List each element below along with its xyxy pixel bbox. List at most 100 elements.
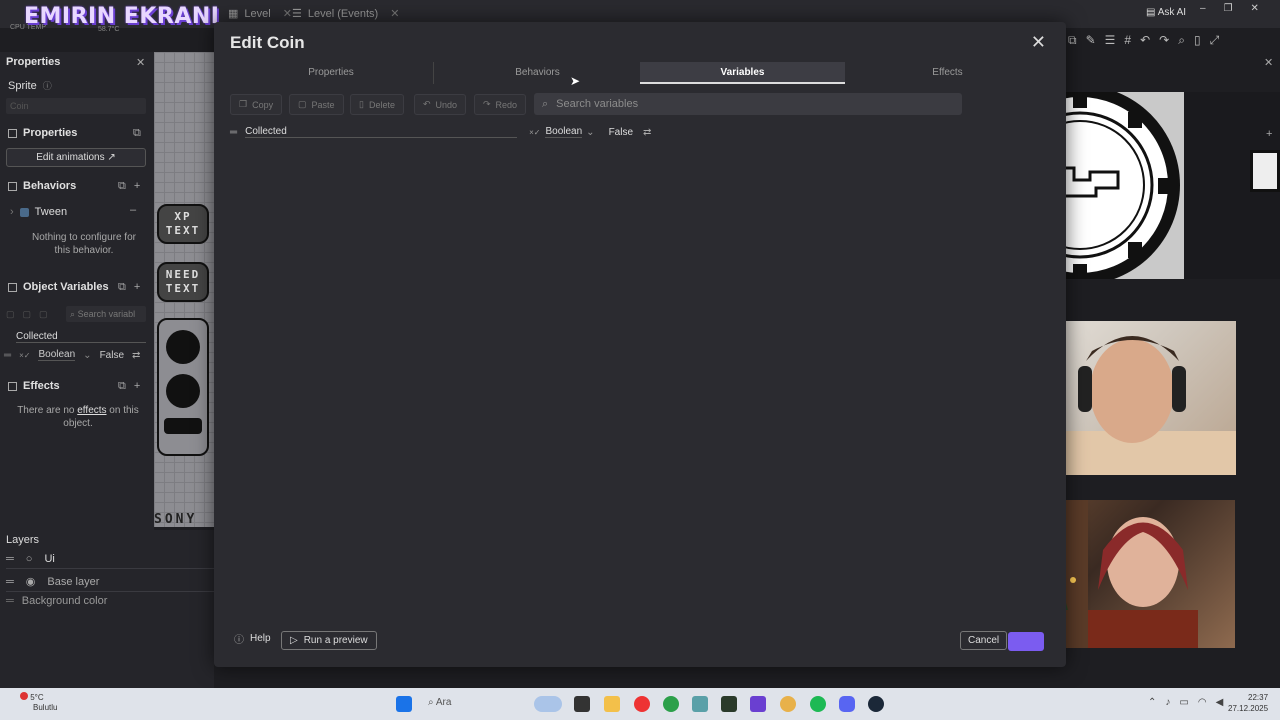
edit-animations-button[interactable]: Edit animations ↗ [6, 148, 146, 167]
mic-icon[interactable]: ♪ [1165, 697, 1179, 708]
scene-canvas[interactable]: XP TEXT NEED TEXT SONY [154, 52, 214, 527]
effects-note: There are no effects on this object. [16, 404, 140, 430]
tab-properties[interactable]: Properties [229, 62, 434, 84]
apply-button[interactable] [1008, 632, 1044, 651]
variable-name-field[interactable]: Collected [245, 126, 518, 138]
delete-icon[interactable]: ▢ [39, 309, 56, 319]
taskbar-search[interactable]: ⌕ Ara [428, 697, 451, 708]
open-external-icon[interactable]: ⧉ [118, 380, 134, 392]
windows-start-icon[interactable] [396, 696, 412, 712]
properties-section[interactable]: Properties [8, 127, 77, 139]
opera-icon[interactable] [634, 696, 650, 712]
drag-handle-icon[interactable]: ═ [6, 553, 14, 565]
help-button[interactable]: ⓘ Help [234, 631, 271, 646]
restore-icon[interactable]: ❐ [1224, 3, 1251, 14]
drag-handle-icon[interactable]: ═ [4, 350, 11, 361]
steam-icon[interactable] [868, 696, 884, 712]
toggle-icon[interactable]: ⇄ [132, 350, 140, 361]
clock[interactable]: 22:37 27.12.2025 [1228, 692, 1268, 714]
tab-behaviors[interactable]: Behaviors [435, 62, 640, 84]
variable-name[interactable]: Collected [16, 331, 146, 343]
redo-icon[interactable]: ↷ [1159, 33, 1169, 47]
effects-link[interactable]: effects [77, 405, 106, 416]
object-variables-section[interactable]: Object Variables [8, 281, 109, 293]
display-icon[interactable]: ▭ [1179, 697, 1197, 708]
close-icon[interactable]: ✕ [390, 7, 399, 20]
sprite-xp-text[interactable]: XP TEXT [157, 204, 209, 244]
app-icon[interactable] [692, 696, 708, 712]
run-preview-button[interactable]: ▷ Run a preview [281, 631, 377, 650]
paste-button[interactable]: ▢ Paste [289, 94, 344, 115]
chrome-icon[interactable] [780, 696, 796, 712]
close-icon[interactable]: ✕ [1031, 32, 1046, 53]
open-external-icon[interactable]: ⧉ [118, 281, 134, 293]
tab-variables[interactable]: Variables [640, 62, 845, 84]
variable-type[interactable]: Boolean [38, 349, 76, 361]
cancel-button[interactable]: Cancel [960, 631, 1008, 650]
behavior-item[interactable]: › Tween [10, 206, 67, 218]
effects-section[interactable]: Effects [8, 380, 60, 392]
file-explorer-icon[interactable] [574, 696, 590, 712]
gdevelop-icon[interactable] [750, 696, 766, 712]
background-color-row[interactable]: ═ Background color [6, 595, 107, 607]
variables-search[interactable]: ⌕ Search variabl [66, 306, 146, 322]
chevron-down-icon[interactable]: ⌄ [83, 350, 91, 361]
visibility-icon[interactable]: ◉ [26, 575, 36, 588]
app-icon[interactable] [721, 696, 737, 712]
wifi-icon[interactable]: ◠ [1198, 697, 1216, 708]
paste-icon[interactable]: ▢ [23, 309, 40, 319]
open-external-icon[interactable]: ⧉ [118, 180, 134, 192]
variable-value[interactable]: False [100, 350, 124, 361]
zoom-icon[interactable]: ⌕ [1178, 33, 1185, 48]
copy-button[interactable]: ❐ Copy [230, 94, 283, 115]
layer-item-base[interactable]: ═ ◉ Base layer [6, 575, 214, 592]
undo-button[interactable]: ↶ Undo [414, 94, 467, 115]
undo-icon[interactable]: ↶ [1140, 33, 1150, 47]
layers-icon[interactable]: ⧉ [1068, 33, 1077, 48]
spotify-icon[interactable] [810, 696, 826, 712]
right-panel-close-icon[interactable]: ✕ [1264, 56, 1273, 69]
close-window-icon[interactable]: ✕ [1251, 3, 1277, 14]
layer-item-ui[interactable]: ═ ○ Ui [6, 553, 214, 569]
behaviors-section[interactable]: Behaviors [8, 180, 76, 192]
visibility-icon[interactable]: ○ [26, 553, 33, 565]
chevron-up-icon[interactable]: ⌃ [1148, 697, 1165, 708]
add-icon[interactable]: + [134, 281, 148, 293]
delete-button[interactable]: ▯ Delete [350, 94, 404, 115]
add-icon[interactable]: + [134, 380, 148, 392]
tab-level[interactable]: ▦ Level ✕ [228, 7, 292, 21]
toggle-value-icon[interactable]: ⇄ [643, 127, 651, 138]
object-name-input[interactable]: Coin [6, 98, 146, 114]
trash-icon[interactable]: ▯ [1194, 33, 1201, 47]
add-icon[interactable]: + [134, 180, 148, 192]
expand-icon[interactable]: ⤢ [1210, 33, 1220, 48]
redo-button[interactable]: ↷ Redo [474, 94, 527, 115]
search-variables-input[interactable]: ⌕ Search variables [534, 93, 962, 115]
copy-icon[interactable]: ▢ [6, 309, 23, 319]
tab-level-events[interactable]: ☰ Level (Events) ✕ [292, 7, 399, 21]
tab-effects[interactable]: Effects [845, 62, 1050, 84]
widget-icon[interactable] [534, 696, 562, 712]
variable-value[interactable]: False [609, 127, 633, 138]
drag-handle-icon[interactable]: ═ [230, 127, 237, 138]
minimize-icon[interactable]: – [1200, 3, 1224, 14]
edit-icon[interactable]: ✎ [1086, 33, 1096, 47]
open-external-icon[interactable]: ⧉ [133, 127, 141, 140]
ask-ai-button[interactable]: ▤ Ask AI [1146, 7, 1186, 18]
drag-handle-icon[interactable]: ═ [6, 576, 14, 588]
weather-widget[interactable]: 5°C Bulutlu [20, 692, 57, 713]
grid-icon[interactable]: # [1124, 33, 1131, 47]
close-icon[interactable]: ✕ [136, 56, 145, 69]
variable-type-select[interactable]: Boolean [545, 126, 583, 138]
help-icon[interactable]: ⓘ [43, 79, 52, 92]
folder-icon[interactable] [604, 696, 620, 712]
sprite-need-text[interactable]: NEED TEXT [157, 262, 209, 302]
stack-icon[interactable]: ☰ [1105, 33, 1116, 47]
whatsapp-icon[interactable] [663, 696, 679, 712]
remove-icon[interactable]: – [130, 204, 136, 216]
discord-icon[interactable] [839, 696, 855, 712]
close-icon[interactable]: ✕ [283, 7, 292, 20]
right-panel-add-icon[interactable]: + [1266, 128, 1272, 140]
chevron-down-icon[interactable]: ⌄ [586, 127, 594, 138]
sprite-column[interactable] [157, 318, 209, 456]
